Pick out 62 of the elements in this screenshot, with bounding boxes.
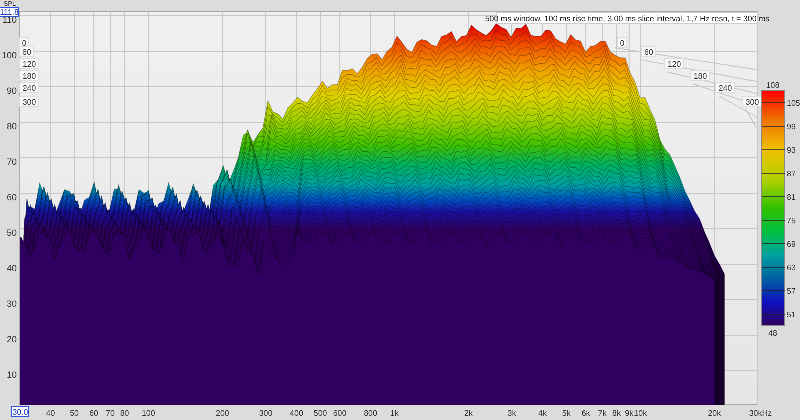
time-axis-label: 180 [20,70,40,82]
y-tick-label: 80 [6,122,17,132]
x-tick-label: 200 [216,409,230,418]
time-axis-label: 0 [20,38,30,48]
x-tick-label: 60 [90,409,98,418]
x-tick-label: 1k [390,409,399,418]
time-axis-label: 0 [618,38,628,48]
time-axis-label: 240 [20,82,40,94]
time-axis-label: 60 [642,46,656,58]
y-tick-label: 10 [6,370,17,380]
y-tick-label: 50 [6,228,17,238]
color-scale-label: 48 [768,329,778,338]
x-tick-label: 4k [538,409,547,418]
time-axis-label: 300 [742,96,762,108]
x-tick-label: 800 [364,409,378,418]
y-tick-label: 100 [2,50,17,60]
color-scale-label: 93 [787,146,796,155]
x-tick-label: 100 [142,409,156,418]
x-tick-label: 70 [106,409,115,418]
y-tick-label: 20 [6,334,17,344]
x-tick-label: 2k [464,409,473,418]
cursor-readout: 111.8 [0,7,20,17]
color-scale-label: 51 [787,310,796,320]
settings-caption: 500 ms window, 100 ms rise time, 3,00 ms slice interval, 1,7 Hz resn, t = 300 ms [485,12,770,24]
x-tick-label: 30kHz [749,409,772,418]
color-scale-label: 69 [787,240,796,249]
time-axis-label: 300 [20,96,40,108]
x-tick-label: 400 [290,409,304,418]
x-tick-label: 20k [708,409,722,418]
x-tick-label: 9k [625,409,634,418]
x-tick-label: 6k [582,409,590,418]
color-scale-label: 81 [787,193,796,202]
x-tick-label: 10k [634,409,648,418]
x-tick-label: 50 [70,409,80,418]
time-axis-label: 120 [664,58,684,70]
x-tick-label: 500 [314,409,328,418]
time-axis-label: 240 [716,82,736,94]
cursor-readout: 30.0 [12,406,30,418]
y-tick-label: 30 [6,299,17,309]
time-axis-label: 180 [690,70,710,82]
color-scale-label: 57 [787,287,796,296]
x-tick-label: 80 [120,409,130,418]
time-axis-label: 60 [20,46,34,58]
x-tick-label: 5k [562,409,571,418]
color-scale-label: 105 [787,99,800,108]
color-scale-label: 87 [787,170,796,178]
x-tick-label: 300 [259,409,273,418]
y-tick-label: 60 [6,192,17,202]
color-scale-label: 99 [787,122,796,132]
time-axis-label: 120 [20,58,40,70]
x-tick-label: 7k [598,409,607,418]
x-tick-label: 40 [46,409,56,418]
color-scale-label: 75 [787,216,796,226]
x-tick-label: 3k [508,409,516,418]
x-tick-label: 8k [612,409,622,418]
y-tick-label: 110 [2,15,17,25]
color-scale-label: 63 [787,264,796,272]
y-tick-label: 40 [6,264,17,274]
x-tick-label: 600 [333,409,347,418]
y-tick-label: 70 [6,157,17,167]
color-scale-label: 108 [766,81,780,90]
y-tick-label: 90 [6,86,17,96]
